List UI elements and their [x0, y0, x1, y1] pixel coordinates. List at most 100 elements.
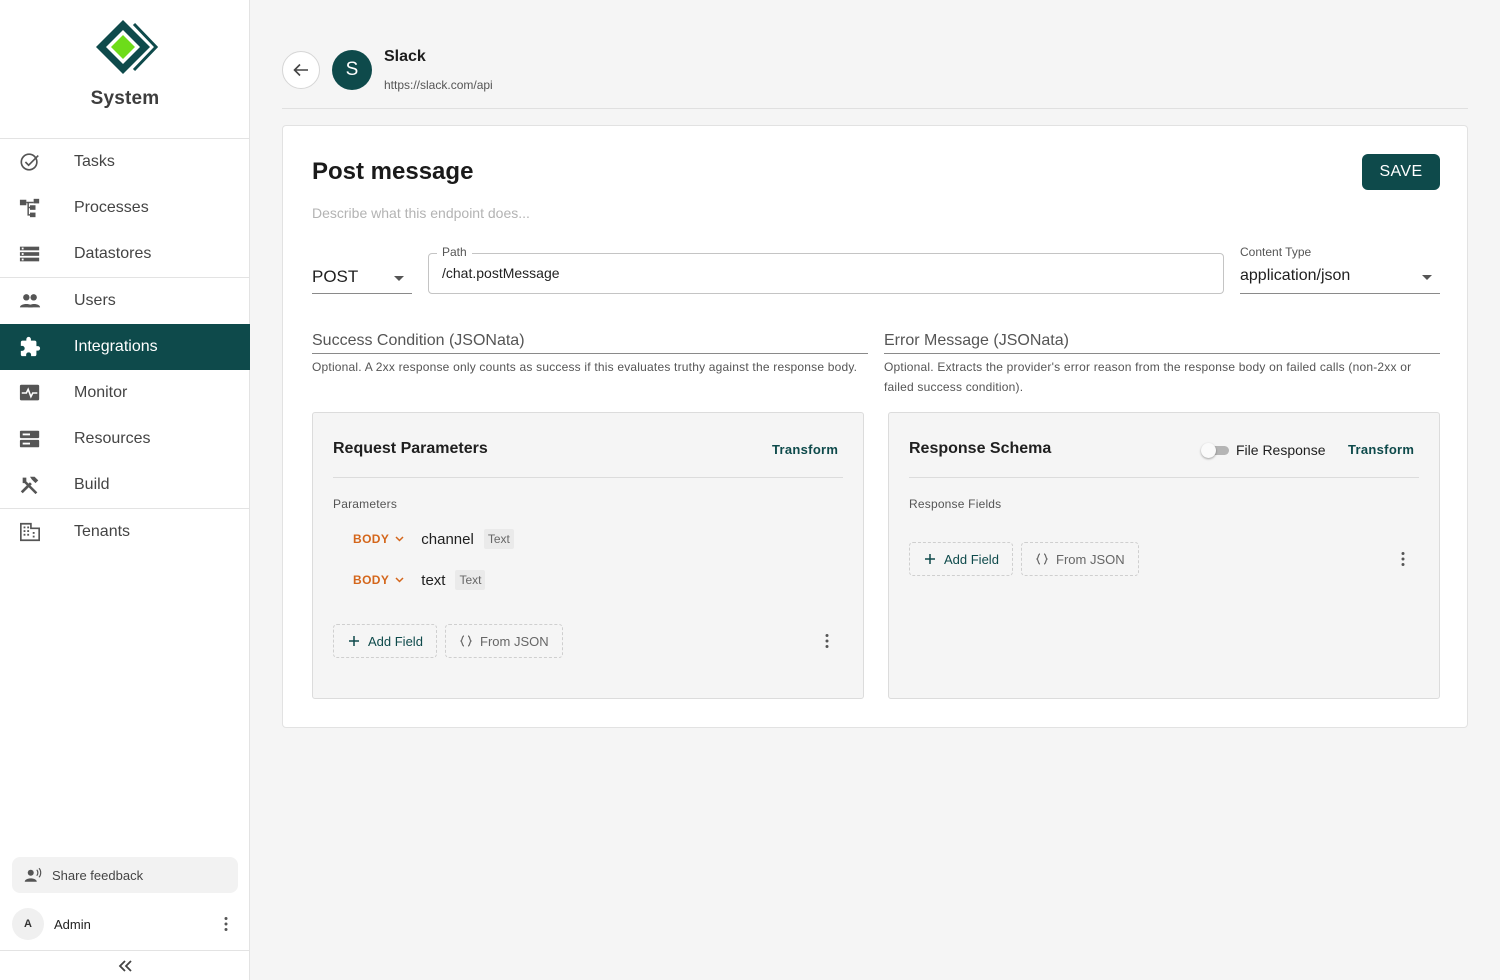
sidebar-item-label: Datastores — [74, 245, 152, 262]
sidebar-item-processes[interactable]: Processes — [0, 185, 250, 231]
arrow-left-icon — [293, 63, 308, 77]
curly-braces-icon — [1036, 553, 1048, 565]
integration-url: https://slack.com/api — [384, 78, 493, 92]
sidebar-item-resources[interactable]: Resources — [0, 416, 250, 462]
content-type-select[interactable]: Content Type application/json — [1240, 244, 1440, 294]
add-field-button[interactable]: Add Field — [333, 624, 437, 658]
error-message-help: Optional. Extracts the provider's error … — [884, 360, 1412, 394]
from-json-label: From JSON — [480, 633, 549, 649]
path-label: Path — [437, 245, 472, 259]
sidebar-item-label: Processes — [74, 199, 149, 216]
sidebar-item-label: Tenants — [74, 523, 131, 540]
integration-avatar: S — [332, 50, 372, 90]
sidebar-item-label: Users — [74, 292, 116, 309]
endpoint-editor-card: Post message SAVE Describe what this end… — [282, 125, 1468, 728]
monitor-icon — [19, 384, 40, 401]
success-condition-help: Optional. A 2xx response only counts as … — [312, 360, 858, 374]
sidebar-item-users[interactable]: Users — [0, 278, 250, 324]
table-row: BODY channel Text — [353, 527, 514, 551]
endpoint-title[interactable]: Post message — [312, 158, 473, 186]
sidebar-item-integrations[interactable]: Integrations — [0, 324, 250, 370]
panel-divider — [333, 477, 843, 478]
path-field[interactable]: Path — [428, 245, 1224, 294]
sidebar-item-tasks[interactable]: Tasks — [0, 139, 250, 185]
content-type-label: Content Type — [1240, 245, 1312, 259]
tools-icon — [20, 476, 39, 495]
success-condition-input[interactable] — [312, 332, 868, 350]
curly-braces-icon — [460, 635, 472, 647]
sidebar-item-build[interactable]: Build — [0, 462, 250, 508]
path-input[interactable] — [442, 265, 1212, 281]
parameters-section-label: Parameters — [333, 497, 398, 511]
user-menu[interactable]: A Admin — [12, 908, 238, 940]
building-icon — [20, 522, 40, 542]
param-location-select[interactable]: BODY — [353, 573, 404, 587]
param-name[interactable]: channel — [421, 531, 474, 548]
caret-down-icon — [394, 276, 404, 281]
param-location-value: BODY — [353, 532, 390, 546]
param-type-badge[interactable]: Text — [455, 570, 486, 590]
toggle-knob — [1201, 443, 1216, 458]
puzzle-icon — [20, 336, 41, 357]
brand-header: System — [0, 18, 250, 128]
processes-icon — [19, 198, 40, 218]
request-transform-button[interactable]: Transform — [772, 442, 838, 457]
method-value: POST — [312, 267, 359, 286]
error-message-input[interactable] — [884, 332, 1440, 350]
param-location-value: BODY — [353, 573, 390, 587]
file-response-toggle[interactable] — [1201, 443, 1229, 458]
panel-divider — [909, 477, 1419, 478]
integration-name: Slack — [384, 48, 426, 65]
back-button[interactable] — [282, 51, 320, 89]
system-logo-icon — [96, 20, 158, 74]
check-circle-icon — [20, 153, 39, 171]
add-field-label: Add Field — [368, 633, 423, 649]
feedback-icon — [24, 867, 42, 882]
from-json-button[interactable]: From JSON — [1021, 542, 1139, 576]
sidebar-item-label: Monitor — [74, 384, 128, 401]
collapse-sidebar-button[interactable] — [0, 950, 250, 980]
response-schema-title: Response Schema — [909, 440, 1052, 457]
nav-group-tenancy: Tenants — [0, 508, 250, 555]
more-vert-icon[interactable] — [1401, 551, 1405, 567]
plus-icon — [925, 554, 935, 564]
more-vert-icon[interactable] — [224, 916, 228, 932]
file-response-label: File Response — [1236, 442, 1326, 458]
response-transform-button[interactable]: Transform — [1348, 442, 1414, 457]
add-field-label: Add Field — [944, 551, 999, 567]
success-condition-field[interactable] — [312, 330, 868, 354]
param-type-badge[interactable]: Text — [483, 529, 514, 549]
request-parameters-title: Request Parameters — [333, 440, 488, 457]
nav-group-admin: Users Integrations Monitor Resources Bui… — [0, 277, 250, 508]
save-button[interactable]: SAVE — [1362, 154, 1440, 190]
sidebar-item-monitor[interactable]: Monitor — [0, 370, 250, 416]
plus-icon — [349, 636, 359, 646]
chevron-down-icon — [395, 536, 404, 542]
sidebar-item-label: Resources — [74, 430, 151, 447]
method-select[interactable]: POST — [312, 254, 412, 294]
sidebar-item-label: Build — [74, 476, 110, 493]
brand-name: System — [90, 88, 160, 109]
response-fields-section-label: Response Fields — [909, 497, 1002, 511]
users-icon — [19, 294, 41, 308]
datastores-icon — [19, 246, 40, 262]
sidebar: System Tasks Processes Datastores Users … — [0, 0, 250, 980]
chevron-down-icon — [395, 577, 404, 583]
table-row: BODY text Text — [353, 568, 486, 592]
more-vert-icon[interactable] — [825, 633, 829, 649]
sidebar-item-label: Integrations — [74, 338, 158, 355]
sidebar-item-label: Tasks — [74, 153, 115, 170]
sidebar-item-datastores[interactable]: Datastores — [0, 231, 250, 277]
user-name: Admin — [54, 916, 91, 932]
from-json-button[interactable]: From JSON — [445, 624, 563, 658]
add-field-button[interactable]: Add Field — [909, 542, 1013, 576]
description-input[interactable]: Describe what this endpoint does... — [312, 205, 1012, 221]
param-location-select[interactable]: BODY — [353, 532, 404, 546]
sidebar-item-tenants[interactable]: Tenants — [0, 509, 250, 555]
response-schema-panel: Response Schema File Response Transform … — [888, 412, 1440, 699]
caret-down-icon — [1422, 275, 1432, 280]
share-feedback-button[interactable]: Share feedback — [12, 857, 238, 893]
param-name[interactable]: text — [421, 572, 445, 589]
error-message-field[interactable] — [884, 330, 1440, 354]
avatar: A — [12, 908, 44, 940]
